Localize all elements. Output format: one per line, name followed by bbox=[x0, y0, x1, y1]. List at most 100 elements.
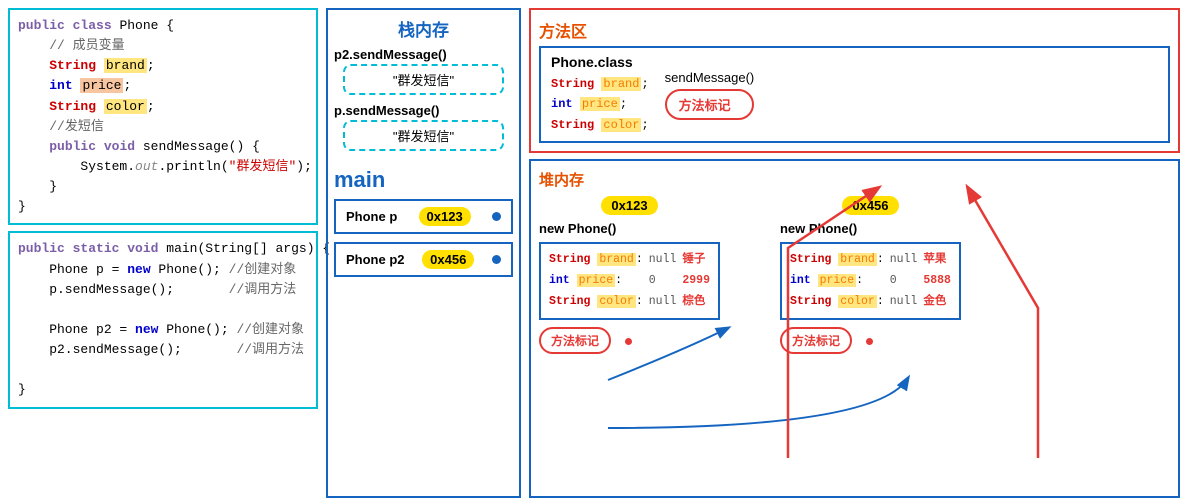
heap-obj-box-2: String brand: int price: String color: n… bbox=[780, 242, 961, 320]
right-panel: 方法区 Phone.class String brand; int price;… bbox=[529, 8, 1180, 498]
hf2-brand-type: String bbox=[790, 253, 831, 266]
hf1-val-price: 2999 bbox=[682, 271, 710, 292]
heap-fields-left-2: String brand: int price: String color: bbox=[790, 250, 884, 312]
keyword-out: out bbox=[135, 159, 158, 174]
addr-p: 0x123 bbox=[419, 207, 471, 226]
heap-null-2: null 0 null bbox=[890, 250, 918, 312]
hf2-val-color: 金色 bbox=[923, 292, 951, 313]
code-line-brace3: } bbox=[18, 380, 308, 400]
comment-sms: //发短信 bbox=[49, 119, 104, 134]
string-sms: "群发短信" bbox=[229, 159, 297, 174]
method-area-title: 方法区 bbox=[539, 18, 1170, 42]
heap-obj-2: 0x456 new Phone() String brand: int pric… bbox=[780, 196, 961, 354]
type-string-brand: String bbox=[551, 77, 594, 91]
dot-method-2 bbox=[866, 338, 873, 345]
heap-obj-1: 0x123 new Phone() String brand: int pric… bbox=[539, 196, 720, 354]
hf1-val-brand: 锤子 bbox=[682, 250, 710, 271]
field-color: String color; bbox=[551, 115, 649, 135]
phone-class-title: Phone.class bbox=[551, 54, 649, 70]
hf1-color-type: String bbox=[549, 295, 590, 308]
hf2-val-brand: 苹果 bbox=[923, 250, 951, 271]
heap-vals-1: 锤子 2999 棕色 bbox=[682, 250, 710, 312]
code-line-new-p: Phone p = new Phone(); //创建对象 bbox=[18, 260, 308, 280]
phone-class-left: Phone.class String brand; int price; Str… bbox=[551, 54, 649, 135]
var-price: price bbox=[80, 78, 123, 93]
hf1-val-color: 棕色 bbox=[682, 292, 710, 313]
hf2-brand-name: brand bbox=[838, 253, 877, 266]
hf2-zero-price: 0 bbox=[890, 271, 918, 292]
method-area: 方法区 Phone.class String brand; int price;… bbox=[529, 8, 1180, 153]
type-string-color: String bbox=[551, 118, 594, 132]
send-method-label: sendMessage() bbox=[665, 70, 755, 85]
code-line-send: public void sendMessage() { bbox=[18, 137, 308, 157]
code-line-brace1: } bbox=[18, 177, 308, 197]
addr-p-prefix: 0x bbox=[427, 209, 441, 224]
dot-p2 bbox=[492, 255, 501, 264]
addr-p2: 0x456 bbox=[422, 250, 474, 269]
p-send-label: p.sendMessage() bbox=[334, 103, 439, 118]
type-string2: String bbox=[49, 99, 96, 114]
keyword-new: new bbox=[127, 262, 150, 277]
var-brand: brand bbox=[104, 58, 147, 73]
type-int: int bbox=[49, 78, 72, 93]
code-line-brace2: } bbox=[18, 197, 308, 217]
code-block-class: public class Phone { // 成员变量 String bran… bbox=[8, 8, 318, 225]
comment-call2: //调用方法 bbox=[236, 342, 304, 357]
keyword-public3: public bbox=[18, 241, 65, 256]
hf1-null-brand: null bbox=[649, 250, 677, 271]
code-line-send-p2: p2.sendMessage(); //调用方法 bbox=[18, 340, 308, 360]
dot-p bbox=[492, 212, 501, 221]
code-line-price: int price; bbox=[18, 76, 308, 96]
code-line-println: System.out.println("群发短信"); bbox=[18, 157, 308, 177]
addr-p2-value: 456 bbox=[445, 252, 467, 267]
hf2-brand: String brand: bbox=[790, 250, 884, 271]
hf2-null-color: null bbox=[890, 292, 918, 313]
comment-member: // 成员变量 bbox=[49, 38, 124, 53]
heap-addr-1: 0x123 bbox=[601, 196, 657, 215]
code-line-main: public static void main(String[] args) { bbox=[18, 239, 308, 259]
code-line-send-p: p.sendMessage(); //调用方法 bbox=[18, 280, 308, 300]
heap-area: 堆内存 0x123 new Phone() String brand: int … bbox=[529, 159, 1180, 498]
var-p-label: Phone p bbox=[346, 209, 397, 224]
field-price: int price; bbox=[551, 94, 649, 114]
comment-call1: //调用方法 bbox=[229, 282, 297, 297]
hf1-null-color: null bbox=[649, 292, 677, 313]
method-badge-class: 方法标记 bbox=[665, 89, 755, 120]
type-int-price: int bbox=[551, 97, 573, 111]
type-string: String bbox=[49, 58, 96, 73]
phone-class-right: sendMessage() 方法标记 bbox=[665, 70, 755, 120]
heap-addr-2-val: 456 bbox=[867, 198, 889, 213]
keyword-void: void bbox=[104, 139, 135, 154]
phone-class-box: Phone.class String brand; int price; Str… bbox=[539, 46, 1170, 143]
code-line-comment: // 成员变量 bbox=[18, 36, 308, 56]
var-p2-label: Phone p2 bbox=[346, 252, 405, 267]
p2-send-label: p2.sendMessage() bbox=[334, 47, 447, 62]
heap-title: 堆内存 bbox=[539, 169, 1170, 190]
code-line-color: String color; bbox=[18, 97, 308, 117]
hf2-color-name: color bbox=[838, 295, 877, 308]
hf1-brand: String brand: bbox=[549, 250, 643, 271]
keyword-new2: new bbox=[135, 322, 158, 337]
keyword-public: public bbox=[18, 18, 65, 33]
hf1-price-type: int bbox=[549, 274, 570, 287]
heap-fields-left-1: String brand: int price: String color: bbox=[549, 250, 643, 312]
stack-panel: 栈内存 p2.sendMessage() "群发短信" p.sendMessag… bbox=[326, 8, 521, 498]
hf1-brand-type: String bbox=[549, 253, 590, 266]
hf2-price-name: price bbox=[818, 274, 857, 287]
hf2-val-price: 5888 bbox=[923, 271, 951, 292]
main-label: main bbox=[334, 167, 385, 193]
heap-method-badge-2: 方法标记 bbox=[780, 327, 852, 354]
code-line-new-p2: Phone p2 = new Phone(); //创建对象 bbox=[18, 320, 308, 340]
code-line-empty1 bbox=[18, 300, 308, 320]
heap-method-badge-1: 方法标记 bbox=[539, 327, 611, 354]
keyword-static: static bbox=[73, 241, 120, 256]
keyword-public2: public bbox=[49, 139, 96, 154]
addr-p-value: 123 bbox=[441, 209, 463, 224]
stack-var-p2: Phone p2 0x456 bbox=[334, 242, 513, 277]
main-diagram: public class Phone { // 成员变量 String bran… bbox=[8, 8, 1180, 498]
heap-vals-2: 苹果 5888 金色 bbox=[923, 250, 951, 312]
hf1-price: int price: bbox=[549, 271, 643, 292]
stack-title: 栈内存 bbox=[398, 16, 449, 41]
heap-new-1: new Phone() bbox=[539, 221, 616, 236]
code-line-empty2 bbox=[18, 360, 308, 380]
